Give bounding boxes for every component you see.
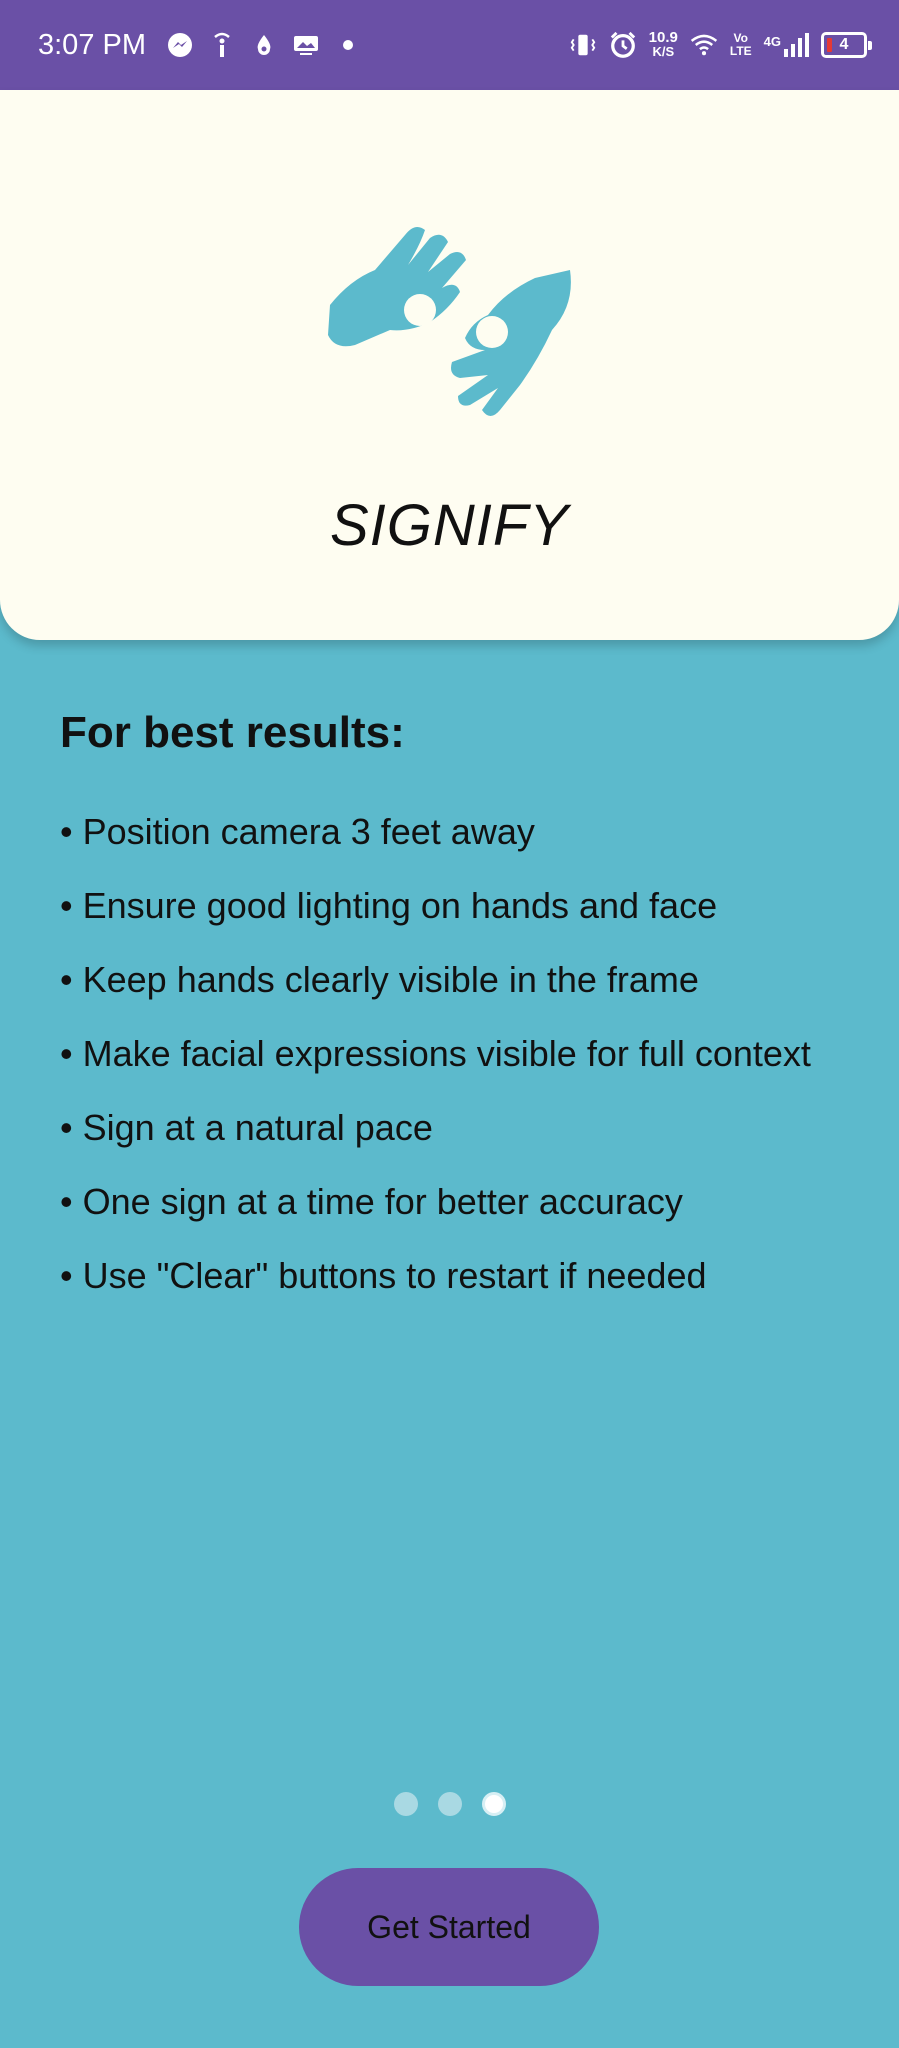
alarm-icon <box>609 31 637 59</box>
sign-language-hands-icon <box>320 210 580 430</box>
page-dot-2[interactable] <box>437 1792 462 1816</box>
page-dot-3-active[interactable] <box>481 1792 506 1816</box>
messenger-icon <box>166 31 194 59</box>
drop-icon <box>250 31 278 59</box>
battery-icon: 4 <box>821 32 872 58</box>
get-started-button[interactable]: Get Started <box>299 1868 599 1986</box>
status-time: 3:07 PM <box>38 28 146 61</box>
page-dot-1[interactable] <box>393 1792 418 1816</box>
tip-item: Make facial expressions visible for full… <box>60 1032 840 1076</box>
wifi-icon <box>690 31 718 59</box>
tip-item: Ensure good lighting on hands and face <box>60 884 840 928</box>
network-speed-unit: K/S <box>652 44 675 59</box>
status-bar: 3:07 PM 10.9 K/S Vo LTE 4G 4 <box>0 0 899 90</box>
page-indicator <box>0 1792 899 1816</box>
network-speed-value: 10.9 <box>648 29 678 46</box>
tip-item: One sign at a time for better accuracy <box>60 1180 840 1224</box>
app-title: SIGNIFY <box>329 493 570 558</box>
info-notification-icon <box>208 31 236 59</box>
tip-item: Keep hands clearly visible in the frame <box>60 958 840 1002</box>
signal-icon: 4G <box>764 32 809 58</box>
status-right: 10.9 K/S Vo LTE 4G 4 <box>569 0 872 90</box>
tips-heading: For best results: <box>60 708 405 757</box>
dot-icon <box>334 31 362 59</box>
vibrate-icon <box>569 31 597 59</box>
tips-list: Position camera 3 feet away Ensure good … <box>60 810 840 1328</box>
tip-item: Position camera 3 feet away <box>60 810 840 854</box>
network-speed: 10.9 K/S <box>648 29 678 59</box>
battery-level: 4 <box>839 36 849 53</box>
tip-item: Sign at a natural pace <box>60 1106 840 1150</box>
volte-bottom: LTE <box>729 44 752 58</box>
image-notification-icon <box>292 31 320 59</box>
battery-fill <box>827 38 832 52</box>
tip-item: Use "Clear" buttons to restart if needed <box>60 1254 840 1298</box>
network-type: 4G <box>763 34 781 49</box>
volte-indicator: Vo LTE <box>730 32 752 58</box>
status-left: 3:07 PM <box>38 0 362 90</box>
